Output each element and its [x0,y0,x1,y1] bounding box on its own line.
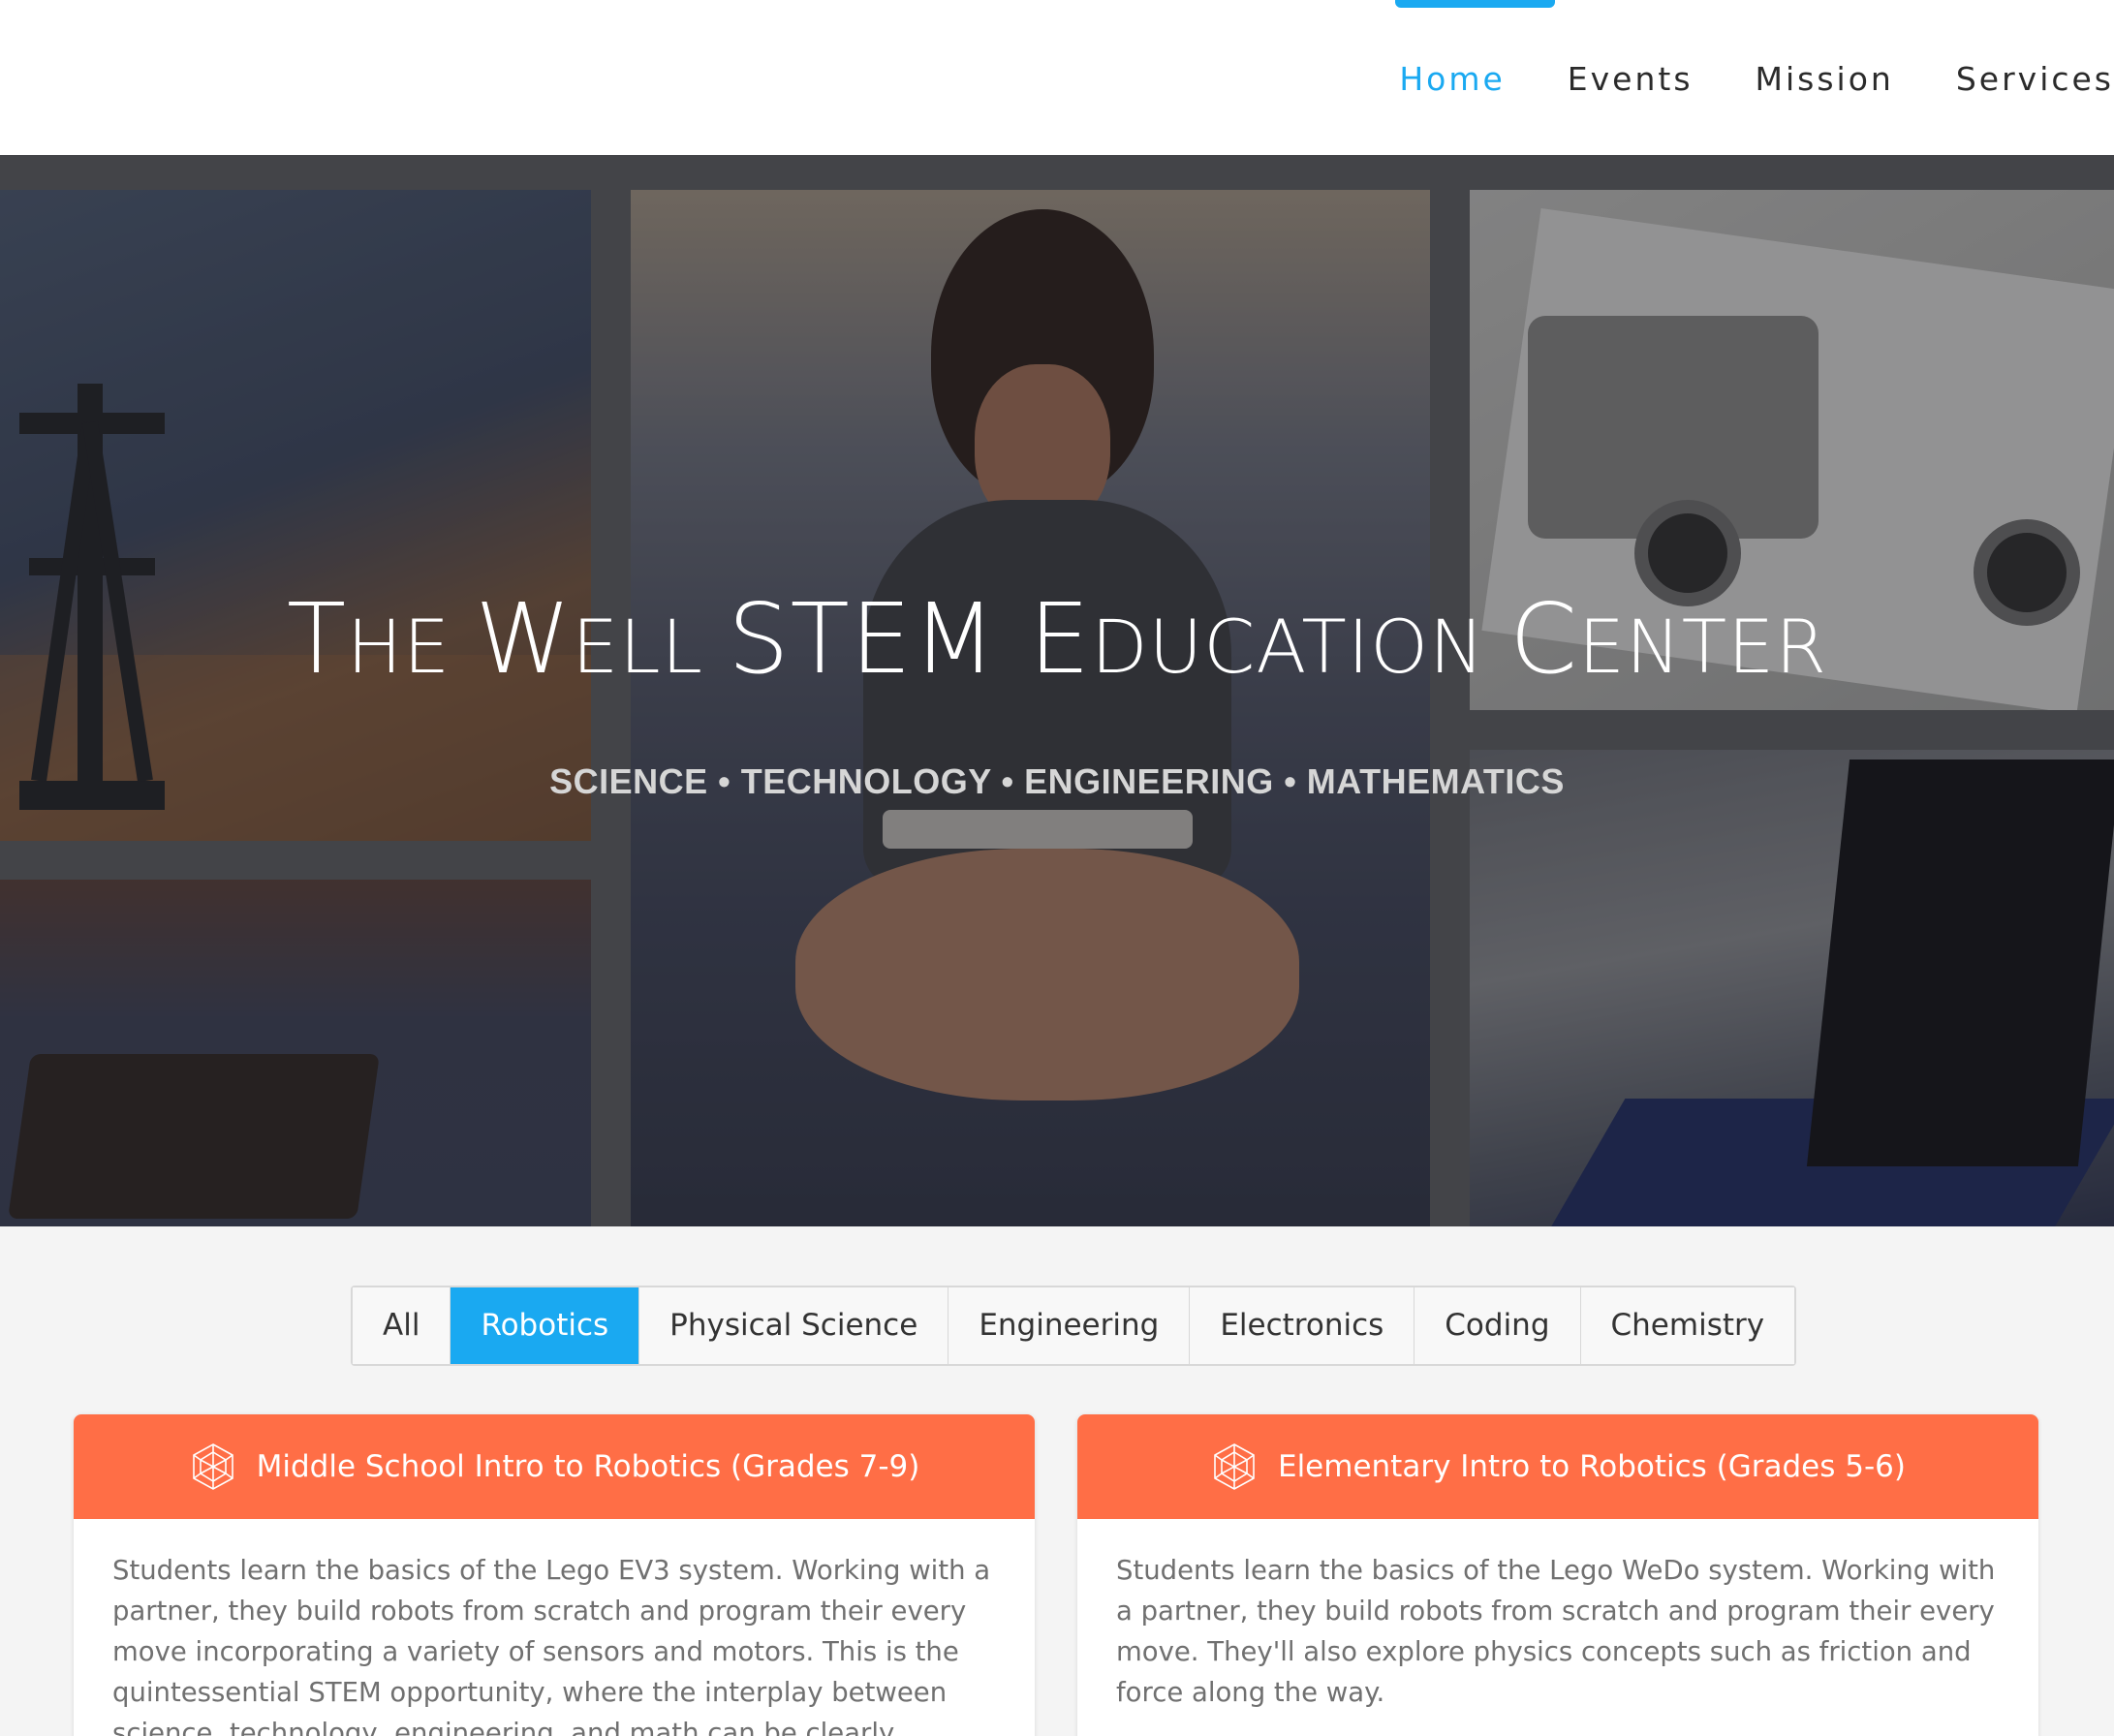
top-navigation-bar: Home Events Mission Services [0,0,2114,155]
filter-tab-electronics[interactable]: Electronics [1190,1287,1415,1364]
hero-banner: THE WELL STEM EDUCATION CENTER SCIENCE •… [0,155,2114,1226]
card-header: Elementary Intro to Robotics (Grades 5-6… [1077,1414,2038,1519]
card-description: Students learn the basics of the Lego EV… [112,1555,991,1736]
filter-tab-robotics[interactable]: Robotics [451,1287,640,1364]
filter-tab-physical-science[interactable]: Physical Science [639,1287,949,1364]
card-description: Students learn the basics of the Lego We… [1116,1555,1996,1708]
filter-tab-coding[interactable]: Coding [1415,1287,1581,1364]
geodesic-sphere-icon [1214,1443,1255,1490]
hero-subtitle: SCIENCE • TECHNOLOGY • ENGINEERING • MAT… [549,761,1565,801]
category-filter-tabs: All Robotics Physical Science Engineerin… [351,1286,1797,1366]
nav-item-services[interactable]: Services [1956,56,2114,103]
card-title: Elementary Intro to Robotics (Grades 5-6… [1277,1449,1906,1484]
hero-title: THE WELL STEM EDUCATION CENTER [286,582,1828,696]
filter-tab-all[interactable]: All [353,1287,451,1364]
course-card-middle-school-robotics[interactable]: Middle School Intro to Robotics (Grades … [74,1414,1035,1736]
nav-menu: Home Events Mission Services [1399,56,2114,103]
nav-item-mission[interactable]: Mission [1756,56,1894,103]
geodesic-sphere-icon [192,1443,233,1490]
nav-item-events[interactable]: Events [1568,56,1694,103]
active-nav-indicator [1395,0,1555,8]
filter-tab-chemistry[interactable]: Chemistry [1580,1287,1795,1364]
card-header: Middle School Intro to Robotics (Grades … [74,1414,1035,1519]
filter-tab-engineering[interactable]: Engineering [948,1287,1191,1364]
card-title: Middle School Intro to Robotics (Grades … [256,1449,920,1484]
nav-item-home[interactable]: Home [1399,56,1505,103]
course-card-elementary-robotics[interactable]: Elementary Intro to Robotics (Grades 5-6… [1077,1414,2038,1736]
